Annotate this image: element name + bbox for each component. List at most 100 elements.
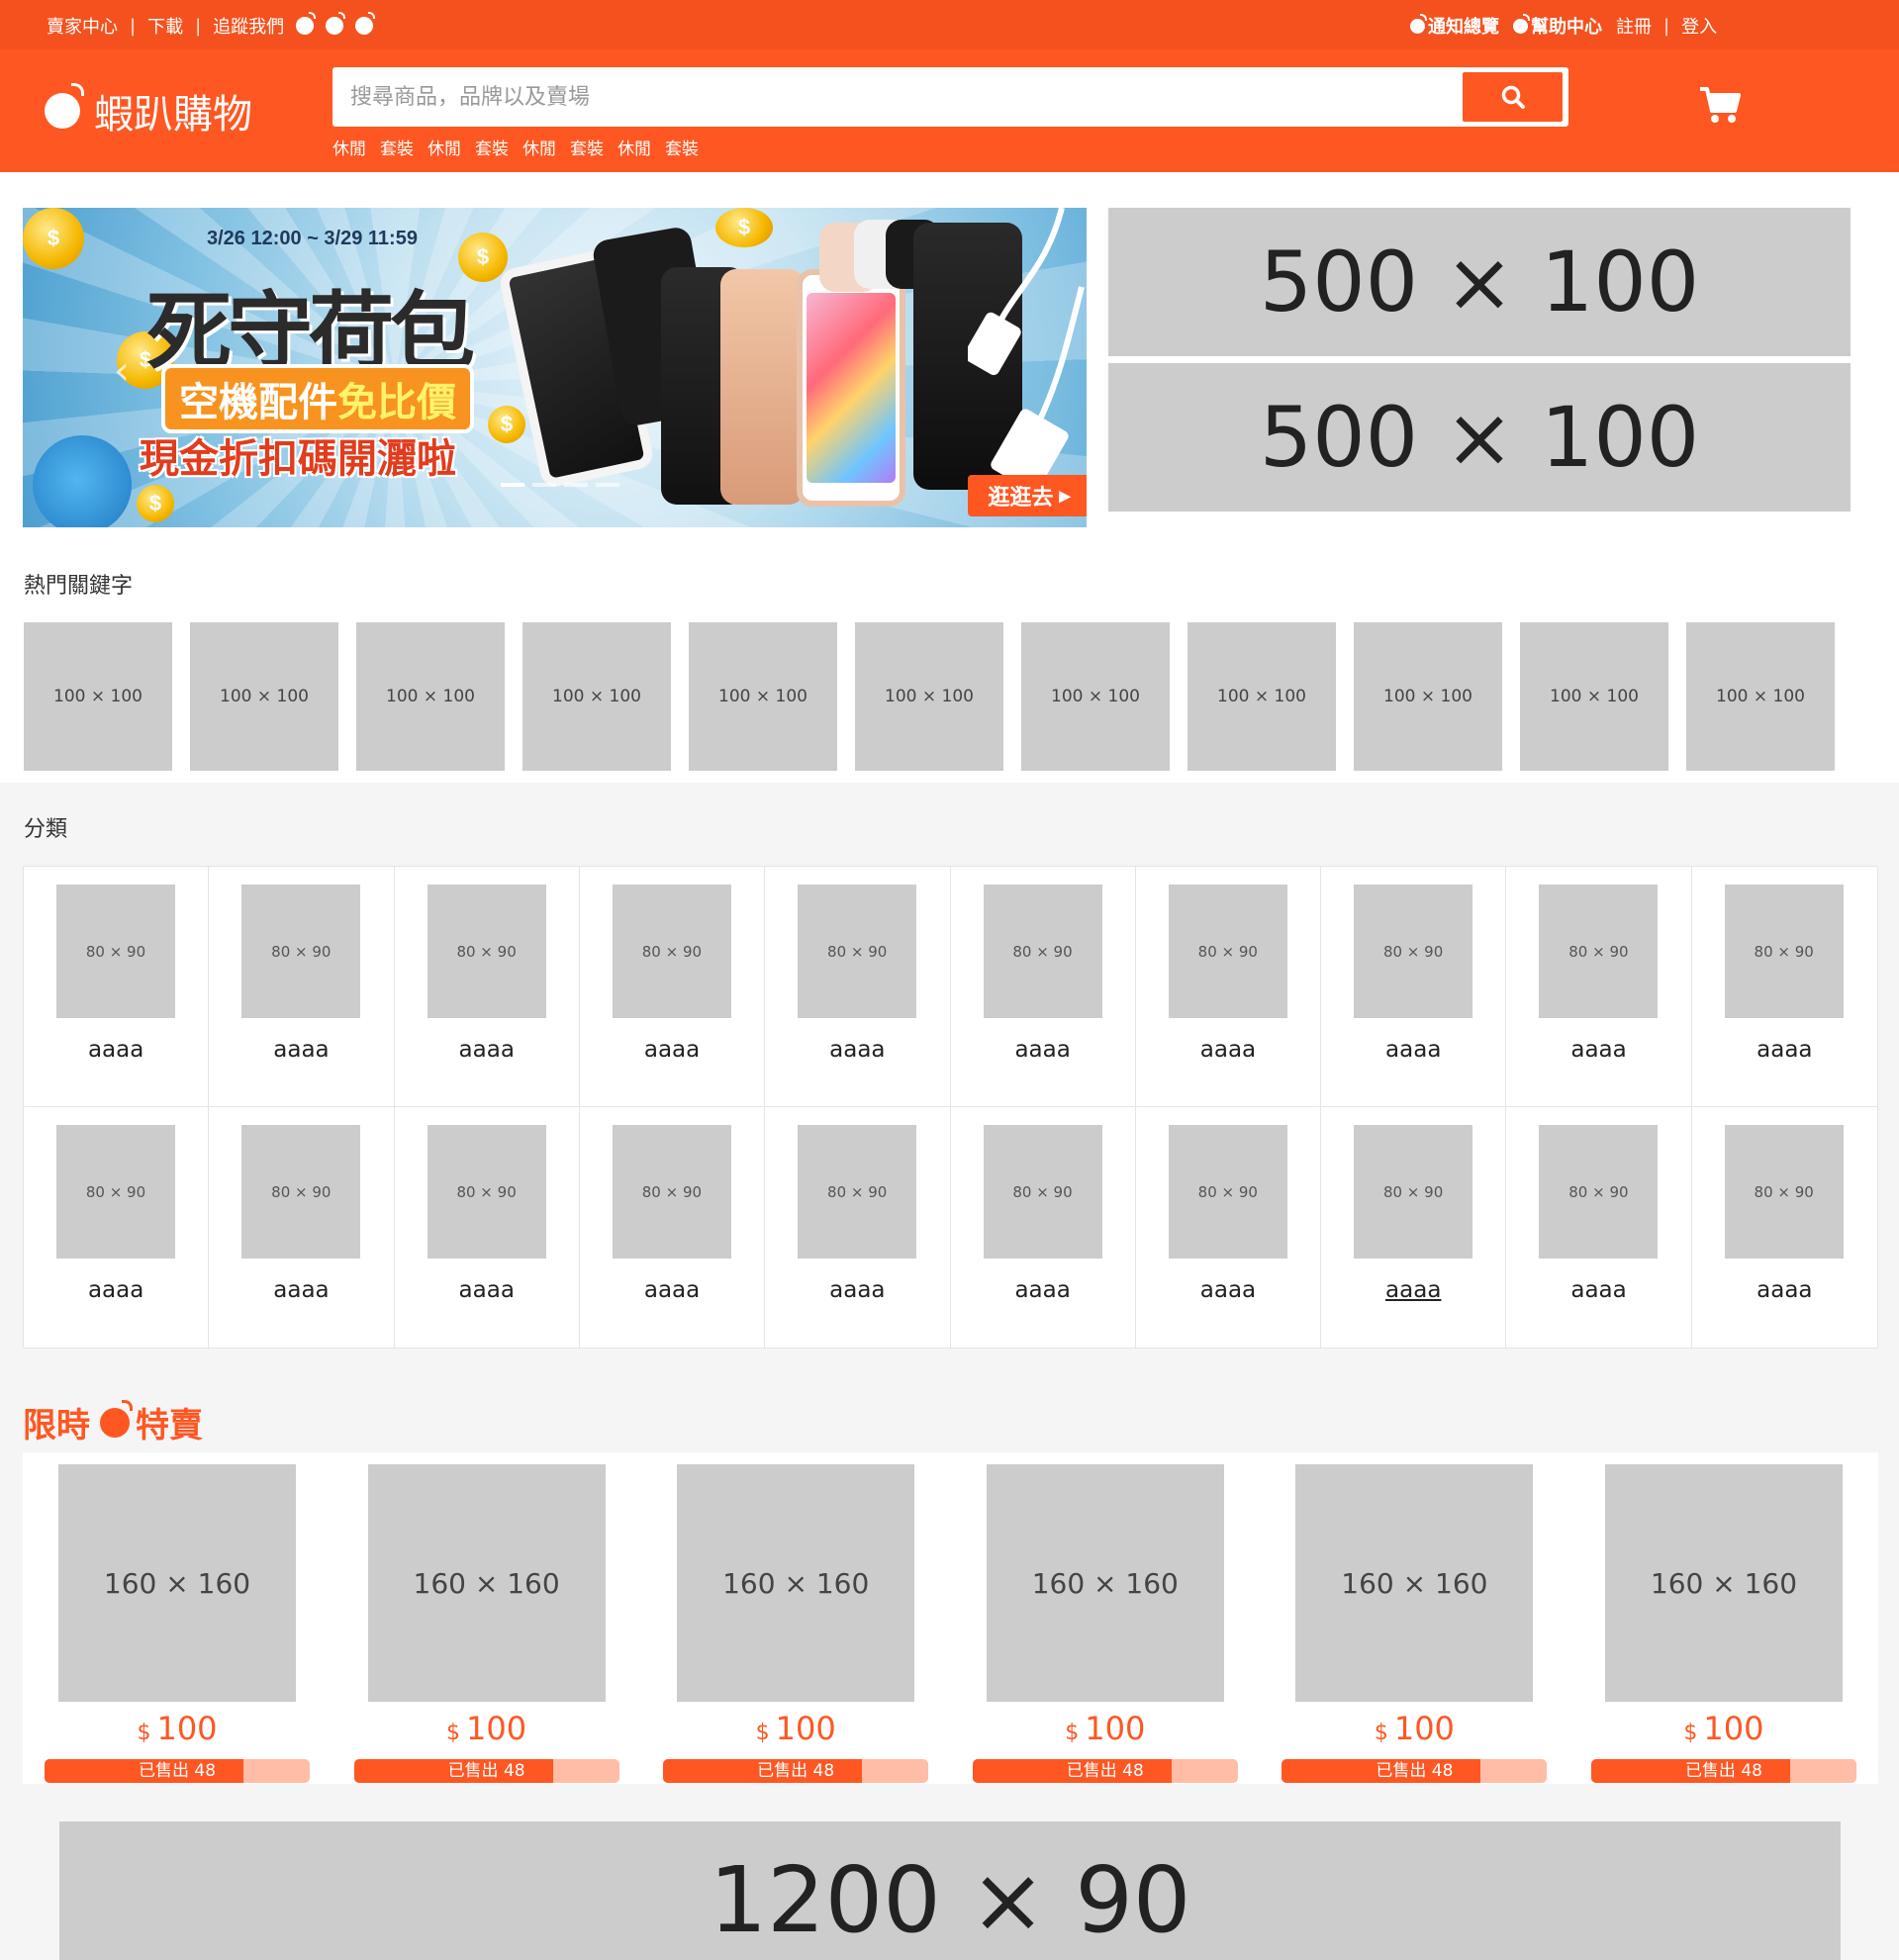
hot-word-link[interactable]: 套裝 <box>665 135 699 159</box>
hot-word-link[interactable]: 套裝 <box>475 135 509 159</box>
banner-dot[interactable] <box>596 483 619 487</box>
hot-word-link[interactable]: 休閒 <box>332 135 366 159</box>
notifications-link[interactable]: 通知總覽 <box>1410 13 1499 39</box>
category-item[interactable]: 80 × 90 aaaa <box>951 1107 1136 1348</box>
hot-word-link[interactable]: 休閒 <box>427 135 461 159</box>
flash-sale-product[interactable]: 160 × 160 $100 已售出 48 <box>45 1464 310 1783</box>
social-bomb-icon[interactable] <box>355 12 376 35</box>
price-value: 100 <box>1393 1710 1455 1747</box>
coin-icon: $ <box>488 406 525 443</box>
category-label: aaaa <box>1570 1277 1627 1303</box>
price-value: 100 <box>1085 1710 1146 1747</box>
currency-symbol: $ <box>137 1721 151 1745</box>
banner-prev-arrow[interactable]: ‹ <box>114 348 130 394</box>
currency-symbol: $ <box>446 1721 461 1745</box>
hot-keyword-tile[interactable]: 100 × 100 <box>190 622 338 771</box>
category-label: aaaa <box>1570 1037 1627 1063</box>
hot-keyword-tile[interactable]: 100 × 100 <box>1520 622 1668 771</box>
category-label: aaaa <box>458 1277 515 1303</box>
sold-count: 已售出 48 <box>447 1761 525 1781</box>
hot-keyword-tile[interactable]: 100 × 100 <box>1354 622 1502 771</box>
download-link[interactable]: 下載 <box>147 13 183 39</box>
category-image: 80 × 90 <box>56 885 175 1018</box>
bomb-icon <box>1513 13 1530 34</box>
category-item[interactable]: 80 × 90 aaaa <box>394 867 580 1107</box>
flash-sale-product[interactable]: 160 × 160 $100 已售出 48 <box>353 1464 619 1783</box>
separator: | <box>130 15 137 37</box>
category-label: aaaa <box>273 1037 330 1063</box>
hot-word-link[interactable]: 休閒 <box>617 135 651 159</box>
category-item[interactable]: 80 × 90 aaaa <box>765 1107 951 1348</box>
coin-icon: $ <box>137 485 174 522</box>
hot-keyword-tile[interactable]: 100 × 100 <box>855 622 1003 771</box>
category-label: aaaa <box>829 1277 886 1303</box>
promo-banner[interactable]: $ $ $ $ $ $ ‹ 3/26 12:00 ~ 3/29 11:59 死守… <box>23 208 1087 527</box>
hot-keyword-tile[interactable]: 100 × 100 <box>356 622 505 771</box>
category-label: aaaa <box>1385 1037 1442 1063</box>
banner-subtitle-2: 現金折扣碼開灑啦 <box>140 436 456 482</box>
side-ad-bottom[interactable]: 500 × 100 <box>1108 363 1851 512</box>
product-price: $100 <box>973 1710 1238 1747</box>
flash-sale-product[interactable]: 160 × 160 $100 已售出 48 <box>663 1464 929 1783</box>
category-item[interactable]: 80 × 90 aaaa <box>1691 867 1877 1107</box>
sold-progress-bar: 已售出 48 <box>1590 1759 1856 1783</box>
category-item[interactable]: 80 × 90 aaaa <box>765 867 951 1107</box>
hot-word-link[interactable]: 休閒 <box>522 135 556 159</box>
banner-cta-button[interactable]: 逛逛去 ▸ <box>968 475 1087 516</box>
site-logo[interactable]: 蝦趴購物 <box>45 82 252 140</box>
category-item[interactable]: 80 × 90 aaaa <box>395 1107 580 1348</box>
category-label: aaaa <box>1757 1037 1813 1063</box>
category-label: aaaa <box>1199 1277 1257 1303</box>
category-item[interactable]: 80 × 90 aaaa <box>1321 1107 1507 1348</box>
hot-word-link[interactable]: 套裝 <box>570 135 604 159</box>
side-ad-top[interactable]: 500 × 100 <box>1108 208 1851 356</box>
bomb-icon <box>100 1399 133 1438</box>
category-item[interactable]: 80 × 90 aaaa <box>24 1107 210 1348</box>
search-button[interactable] <box>1463 72 1563 122</box>
flash-sale-product[interactable]: 160 × 160 $100 已售出 48 <box>972 1464 1238 1783</box>
category-item[interactable]: 80 × 90 aaaa <box>580 1107 766 1348</box>
flash-sale-product[interactable]: 160 × 160 $100 已售出 48 <box>1282 1464 1548 1783</box>
hot-keyword-tile[interactable]: 100 × 100 <box>522 622 671 771</box>
hot-keyword-tile[interactable]: 100 × 100 <box>1686 622 1835 771</box>
bottom-ad[interactable]: 1200 × 90 <box>59 1821 1841 1960</box>
category-image: 80 × 90 <box>612 885 731 1018</box>
login-link[interactable]: 登入 <box>1681 13 1717 39</box>
social-bomb-icon[interactable] <box>296 12 317 35</box>
product-price: $100 <box>663 1710 928 1747</box>
seller-center-link[interactable]: 賣家中心 <box>47 13 118 39</box>
register-link[interactable]: 註冊 <box>1616 13 1652 39</box>
category-item[interactable]: 80 × 90 aaaa <box>1136 1107 1322 1348</box>
category-image: 80 × 90 <box>983 885 1102 1018</box>
flash-sale-product[interactable]: 160 × 160 $100 已售出 48 <box>1590 1464 1856 1783</box>
category-item[interactable]: 80 × 90 aaaa <box>209 1107 395 1348</box>
category-item[interactable]: 80 × 90 aaaa <box>1506 1107 1692 1348</box>
category-label: aaaa <box>87 1277 144 1303</box>
banner-dot[interactable] <box>501 483 524 487</box>
hot-keyword-tile[interactable]: 100 × 100 <box>689 622 837 771</box>
hot-word-link[interactable]: 套裝 <box>380 135 414 159</box>
price-value: 100 <box>775 1710 836 1747</box>
cart-button[interactable] <box>1698 85 1742 129</box>
category-image: 80 × 90 <box>612 1125 731 1259</box>
hot-keyword-tile[interactable]: 100 × 100 <box>1187 622 1336 771</box>
banner-dot[interactable] <box>532 483 556 487</box>
banner-dot[interactable] <box>564 483 588 487</box>
logo-text: 蝦趴購物 <box>94 92 252 138</box>
search-input[interactable] <box>350 79 1439 115</box>
category-item[interactable]: 80 × 90 aaaa <box>1135 867 1322 1107</box>
social-bomb-icon[interactable] <box>326 12 346 35</box>
category-item[interactable]: 80 × 90 aaaa <box>950 867 1136 1107</box>
category-item[interactable]: 80 × 90 aaaa <box>1692 1107 1877 1348</box>
help-center-link[interactable]: 幫助中心 <box>1513 13 1602 39</box>
category-item[interactable]: 80 × 90 aaaa <box>209 867 395 1107</box>
category-item[interactable]: 80 × 90 aaaa <box>1506 867 1692 1107</box>
hot-keyword-tile[interactable]: 100 × 100 <box>24 622 172 771</box>
category-item[interactable]: 80 × 90 aaaa <box>1321 867 1507 1107</box>
flash-sale-title-left: 限時 <box>23 1406 90 1446</box>
category-item[interactable]: 80 × 90 aaaa <box>24 867 210 1107</box>
category-item[interactable]: 80 × 90 aaaa <box>579 867 766 1107</box>
category-label: aaaa <box>273 1277 330 1303</box>
sold-progress-bar: 已售出 48 <box>663 1759 929 1783</box>
hot-keyword-tile[interactable]: 100 × 100 <box>1021 622 1170 771</box>
